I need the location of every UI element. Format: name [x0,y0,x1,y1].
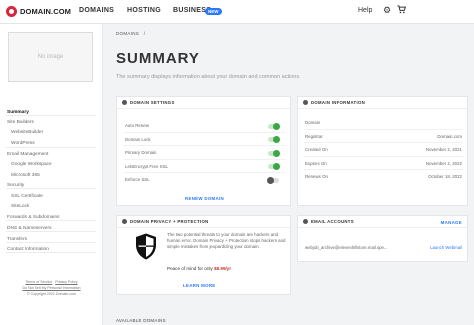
sidebar-divider [6,242,96,243]
email-accounts-card: EMAIL ACCOUNTS MANAGE webjob_archive@ele… [297,215,468,262]
manage-email-button[interactable]: MANAGE [441,220,462,225]
privacy-price-line: Peace of mind for only $8.99/yr [167,266,231,271]
footer-links: Terms of Service Privacy Policy [0,280,103,284]
setting-toggle[interactable] [268,149,280,157]
sidebar-divider [6,231,96,232]
row-divider [303,155,463,157]
sidebar-item[interactable]: Site Builders [7,120,34,125]
sidebar-item[interactable]: Google Workspace [11,162,52,167]
price-prefix: Peace of mind for only [167,266,213,271]
new-badge: NEW [205,8,222,15]
settings-gear-icon[interactable]: ⚙ [383,5,391,16]
renew-domain-button[interactable]: RENEW DOMAIN [185,196,224,201]
sidebar-item[interactable]: Email Management [7,152,48,157]
sidebar-item[interactable]: SiteLock [11,204,29,209]
setting-toggle[interactable] [268,136,280,143]
row-divider [123,145,286,146]
privacy-link[interactable]: Privacy Policy [55,280,77,284]
info-icon [303,100,308,105]
row-divider [123,158,286,160]
terms-link[interactable]: Terms of Service [25,280,52,284]
domain-information-card: DOMAIN INFORMATION Domain Registrar Domain… [297,96,468,206]
domain-privacy-header: DOMAIN PRIVACY + PROTECTION [117,216,290,228]
info-value: November 2, 2021 [425,147,462,152]
setting-label: Enforce SSL [125,177,150,182]
toggle-knob [267,176,274,184]
sidebar-divider [6,115,96,116]
toggle-knob [273,149,280,157]
email-icon [303,219,308,224]
setting-toggle[interactable] [268,122,280,130]
sidebar-item[interactable]: SSL Certificate [11,194,43,199]
domain-thumbnail: No image [8,32,93,82]
nav-domains[interactable]: DOMAINS [79,7,114,14]
setting-label: Primary Domain [125,150,157,155]
breadcrumb-domains[interactable]: DOMAINS [116,31,139,36]
logo-icon [6,6,17,17]
cart-icon[interactable] [397,5,407,16]
privacy-icon [122,219,127,224]
setting-label: LetsEncrypt Free SSL [125,163,168,169]
toggle-knob [273,122,280,130]
sidebar-divider [6,188,96,189]
page-title: SUMMARY [116,50,200,67]
info-label: Expires On [305,160,327,166]
setting-label: Domain Lock [125,136,151,142]
breadcrumb-separator: / [143,31,146,36]
help-link[interactable]: Help [358,7,372,14]
setting-toggle[interactable] [267,176,279,184]
privacy-description: The two potential threats to your domain… [167,232,286,249]
nav-hosting[interactable]: HOSTING [127,7,161,14]
info-label: Renews On [305,174,328,179]
top-navigation: DOMAIN.COM DOMAINS HOSTING BUSINESS NEW … [0,0,474,24]
info-value: October 18, 2022 [428,174,462,179]
sidebar-divider [6,220,96,221]
toggle-knob [273,163,280,170]
privacy-price: $8.99/yr [214,266,232,271]
domain-settings-card: DOMAIN SETTINGS Auto Renew Domain Lock Pri… [116,96,291,206]
info-label: Registrar [305,133,323,139]
page-subtitle: The summary displays information about y… [116,74,301,80]
domain-privacy-card: DOMAIN PRIVACY + PROTECTION The two pote… [116,215,291,295]
no-image-label: No image [37,54,64,60]
learn-more-button[interactable]: LEARN MORE [183,283,216,288]
copyright: © Copyright 2021 Domain.com [26,292,77,296]
info-value: Domain.com [437,133,462,139]
sidebar: No image Summary Site Builders WebsiteBuil… [0,24,103,325]
row-divider [303,142,463,143]
domain-settings-title: DOMAIN SETTINGS [130,100,175,105]
sidebar-item[interactable]: Microsoft 365 [11,173,40,178]
domain-information-title: DOMAIN INFORMATION [311,100,366,105]
sidebar-divider [6,252,96,253]
settings-icon [122,100,127,105]
domain-settings-header: DOMAIN SETTINGS [117,97,290,109]
available-domains-heading: AVAILABLE DOMAINS [116,318,166,323]
breadcrumb: DOMAINS / [116,31,145,36]
toggle-knob [273,136,280,143]
brand-logo[interactable]: DOMAIN.COM [6,6,71,17]
info-label: Domain [305,120,321,125]
email-address: webjob_archive@elevenhillstore.mail.spe.… [305,245,388,250]
email-accounts-title: EMAIL ACCOUNTS [311,219,354,224]
info-value: November 2, 2022 [425,160,462,166]
row-divider [303,128,463,130]
info-label: Created On [305,147,328,152]
shield-icon [136,233,156,260]
domain-information-header: DOMAIN INFORMATION [298,97,467,109]
logo-text: DOMAIN.COM [20,7,71,16]
sidebar-item[interactable]: WordPress [11,141,35,146]
setting-toggle[interactable] [268,163,280,170]
row-divider [123,172,286,173]
row-divider [303,169,463,170]
setting-label: Auto Renew [125,123,149,128]
dnsmp-link[interactable]: Do Not Sell My Personal Information [22,286,80,290]
domain-privacy-title: DOMAIN PRIVACY + PROTECTION [130,219,209,224]
row-divider [123,131,286,133]
launch-webmail-link[interactable]: Launch Webmail [430,245,462,250]
sidebar-divider [6,147,96,148]
sidebar-item[interactable]: WebsiteBuilder [11,130,43,135]
